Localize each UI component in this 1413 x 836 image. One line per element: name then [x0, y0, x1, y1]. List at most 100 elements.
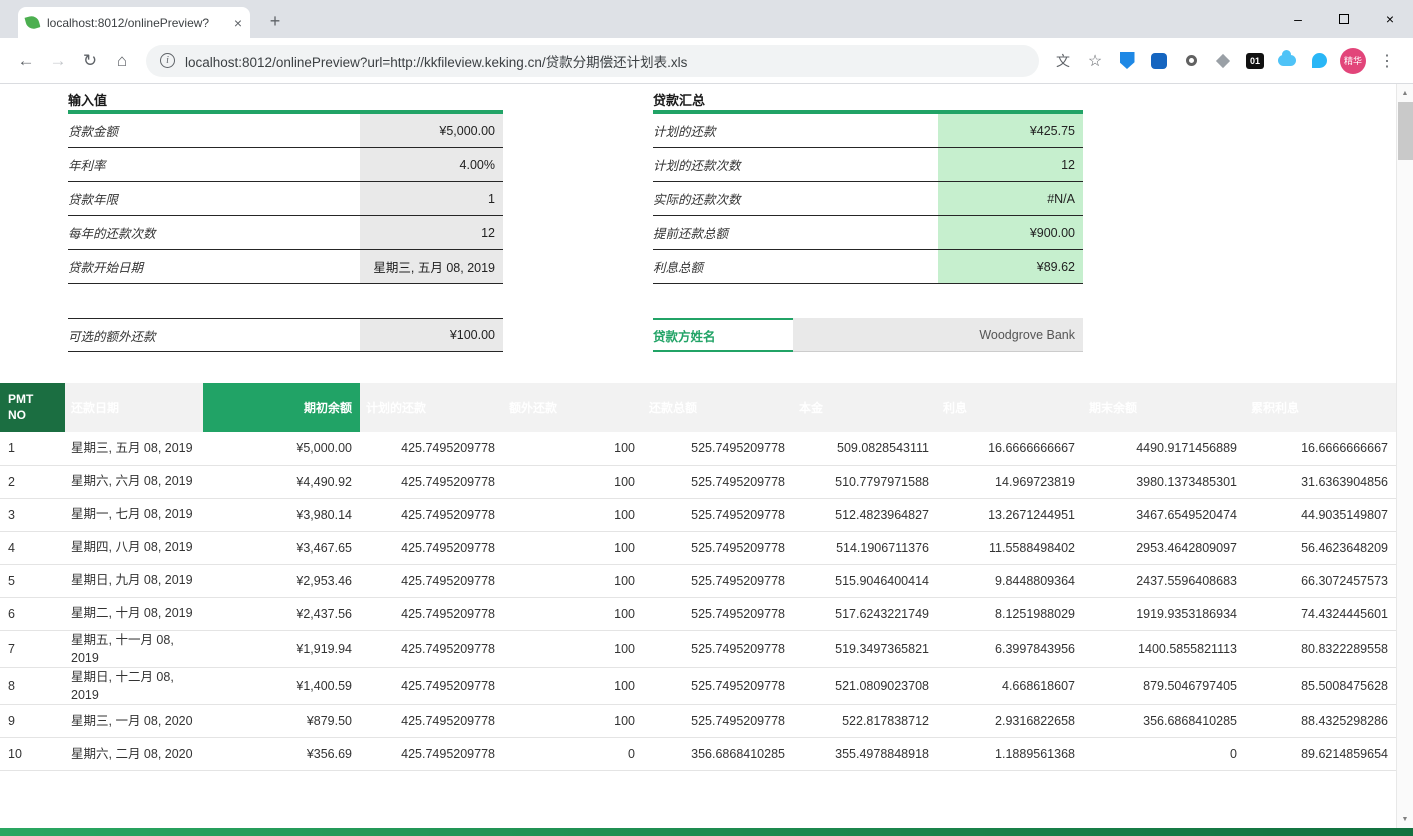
tab-title: localhost:8012/onlinePreview?: [47, 16, 228, 30]
summary-section-title: 贷款汇总: [653, 90, 1083, 110]
table-row: 1星期三, 五月 08, 2019¥5,000.00425.7495209778…: [0, 432, 1396, 465]
scroll-down-icon[interactable]: ▼: [1397, 811, 1413, 827]
minimize-button[interactable]: –: [1275, 0, 1321, 38]
table-cell: 74.4324445601: [1245, 597, 1396, 630]
bookmark-star-icon[interactable]: ☆: [1082, 48, 1108, 74]
maximize-icon: [1339, 14, 1349, 24]
forward-button[interactable]: →: [44, 47, 72, 75]
table-cell: 100: [503, 705, 643, 738]
summary-row: 实际的还款次数 #N/A: [653, 182, 1083, 216]
close-button[interactable]: ×: [1367, 0, 1413, 38]
table-cell: 525.7495209778: [643, 432, 793, 465]
extension-gray-tool-icon[interactable]: [1210, 48, 1236, 74]
extension-ring-icon[interactable]: [1178, 48, 1204, 74]
table-cell: 14.969723819: [937, 465, 1083, 498]
blue-square-shape: [1151, 53, 1167, 69]
extension-cloud-icon[interactable]: [1274, 48, 1300, 74]
table-cell: 522.817838712: [793, 705, 937, 738]
table-cell: 425.7495209778: [360, 705, 503, 738]
address-bar[interactable]: i localhost:8012/onlinePreview?url=http:…: [146, 45, 1039, 77]
table-cell: 100: [503, 630, 643, 667]
table-cell: 星期二, 十月 08, 2019: [65, 597, 203, 630]
browser-menu-button[interactable]: ⋮: [1373, 47, 1401, 75]
table-cell: 425.7495209778: [360, 564, 503, 597]
table-cell: 31.6363904856: [1245, 465, 1396, 498]
table-cell: 3: [0, 498, 65, 531]
table-cell: 星期三, 一月 08, 2020: [65, 705, 203, 738]
url-text: localhost:8012/onlinePreview?url=http://…: [185, 51, 687, 71]
table-cell: 515.9046400414: [793, 564, 937, 597]
input-label: 每年的还款次数: [68, 216, 360, 249]
summary-value: ¥425.75: [938, 114, 1083, 147]
table-cell: 8: [0, 667, 65, 704]
table-cell: 100: [503, 531, 643, 564]
window-bottom-edge: [0, 828, 1413, 836]
table-cell: 3980.1373485301: [1083, 465, 1245, 498]
table-cell: 525.7495209778: [643, 498, 793, 531]
table-cell: 13.2671244951: [937, 498, 1083, 531]
table-cell: 425.7495209778: [360, 738, 503, 771]
table-cell: 星期六, 六月 08, 2019: [65, 465, 203, 498]
new-tab-button[interactable]: +: [262, 9, 288, 35]
table-cell: 100: [503, 432, 643, 465]
table-cell: 425.7495209778: [360, 498, 503, 531]
table-cell: 510.7797971588: [793, 465, 937, 498]
table-cell: 6.3997843956: [937, 630, 1083, 667]
profile-avatar[interactable]: 精华: [1340, 48, 1366, 74]
table-cell: ¥5,000.00: [203, 432, 360, 465]
extension-badge-icon[interactable]: 01: [1242, 48, 1268, 74]
window-titlebar: localhost:8012/onlinePreview? × + – ×: [0, 0, 1413, 38]
scroll-up-icon[interactable]: ▲: [1397, 85, 1413, 101]
input-label: 可选的额外还款: [68, 319, 360, 351]
table-cell: 356.6868410285: [1083, 705, 1245, 738]
extension-shield-icon[interactable]: [1114, 48, 1140, 74]
back-button[interactable]: ←: [12, 47, 40, 75]
summary-value: 12: [938, 148, 1083, 181]
vertical-scrollbar[interactable]: ▲ ▼: [1396, 84, 1413, 828]
browser-tab[interactable]: localhost:8012/onlinePreview? ×: [18, 7, 250, 38]
table-cell: 100: [503, 597, 643, 630]
input-label: 贷款金额: [68, 114, 360, 147]
summary-value: ¥900.00: [938, 216, 1083, 249]
table-cell: 512.4823964827: [793, 498, 937, 531]
input-row: 年利率 4.00%: [68, 148, 503, 182]
table-cell: 2437.5596408683: [1083, 564, 1245, 597]
maximize-button[interactable]: [1321, 0, 1367, 38]
spreadsheet-preview: 输入值 贷款金额 ¥5,000.00 年利率 4.00% 贷款年限 1 每年的还…: [0, 84, 1396, 828]
spacer-row: [653, 284, 1083, 318]
table-cell: 11.5588498402: [937, 531, 1083, 564]
summary-row: 计划的还款 ¥425.75: [653, 114, 1083, 148]
table-cell: 4: [0, 531, 65, 564]
refresh-button[interactable]: ↻: [76, 47, 104, 75]
summary-label: 提前还款总额: [653, 216, 938, 249]
translate-icon[interactable]: 文: [1050, 48, 1076, 74]
summary-value: #N/A: [938, 182, 1083, 215]
table-cell: 425.7495209778: [360, 630, 503, 667]
extension-bird-icon[interactable]: [1306, 48, 1332, 74]
table-cell: 525.7495209778: [643, 667, 793, 704]
table-cell: 16.6666666667: [937, 432, 1083, 465]
table-cell: 525.7495209778: [643, 465, 793, 498]
home-button[interactable]: ⌂: [108, 47, 136, 75]
table-row: 4星期四, 八月 08, 2019¥3,467.65425.7495209778…: [0, 531, 1396, 564]
browser-toolbar: ← → ↻ ⌂ i localhost:8012/onlinePreview?u…: [0, 38, 1413, 84]
input-label: 贷款开始日期: [68, 250, 360, 283]
column-header: 还款总额: [643, 383, 793, 432]
table-cell: 星期日, 十二月 08, 2019: [65, 667, 203, 704]
table-cell: 425.7495209778: [360, 465, 503, 498]
extension-blue-app-icon[interactable]: [1146, 48, 1172, 74]
page-info-icon[interactable]: i: [160, 53, 175, 68]
table-cell: 517.6243221749: [793, 597, 937, 630]
input-value: ¥100.00: [360, 319, 503, 351]
column-header: PMT NO: [0, 383, 65, 432]
scrollbar-thumb[interactable]: [1398, 102, 1413, 160]
table-cell: 星期五, 十一月 08, 2019: [65, 630, 203, 667]
table-cell: 525.7495209778: [643, 597, 793, 630]
table-cell: 1.1889561368: [937, 738, 1083, 771]
tab-close-icon[interactable]: ×: [234, 15, 242, 31]
table-cell: 16.6666666667: [1245, 432, 1396, 465]
table-cell: 9: [0, 705, 65, 738]
table-cell: 519.3497365821: [793, 630, 937, 667]
table-cell: 7: [0, 630, 65, 667]
input-label: 年利率: [68, 148, 360, 181]
